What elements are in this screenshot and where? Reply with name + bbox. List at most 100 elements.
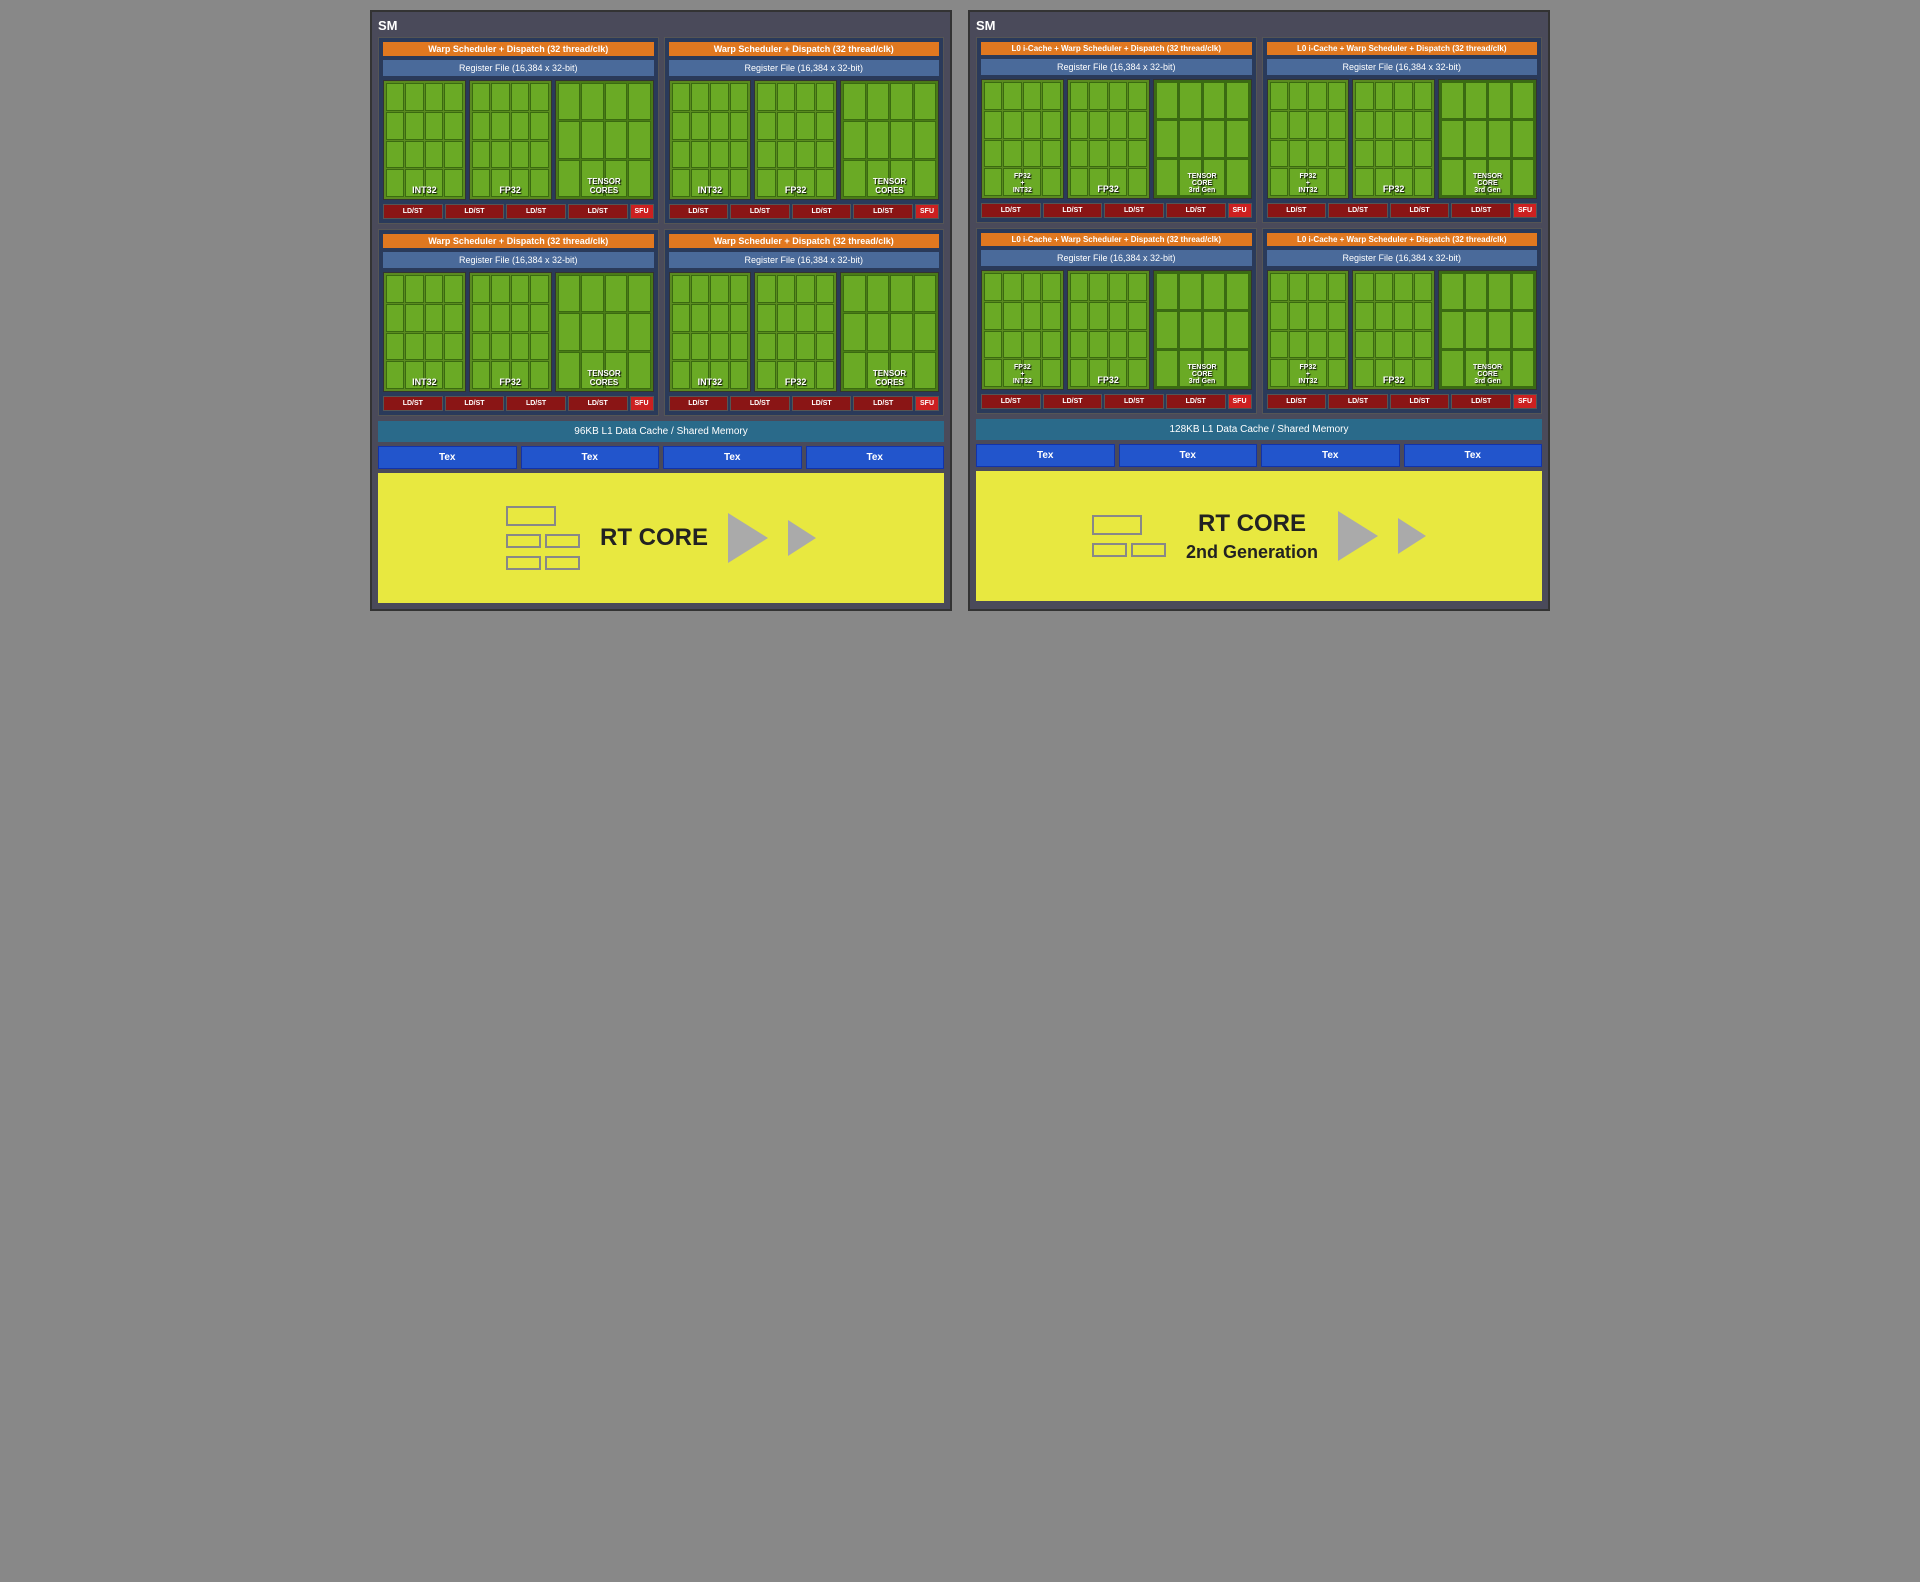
left-fp32-grid-1 (470, 81, 551, 199)
cell (1289, 82, 1307, 110)
left-tensor-2: TENSORCORES (840, 80, 939, 200)
left-bottom-row-1: LD/ST LD/ST LD/ST LD/ST SFU (383, 204, 654, 219)
cell (672, 304, 690, 332)
cell (1128, 273, 1146, 301)
right-core-area-3: FP32+INT32 FP32 (981, 270, 1252, 390)
cell (730, 275, 748, 303)
left-bottom-row-4: LD/ST LD/ST LD/ST LD/ST SFU (669, 396, 940, 411)
cell (1375, 273, 1393, 301)
cell (558, 313, 580, 350)
left-tensor-label-4: TENSORCORES (841, 367, 938, 389)
cell (1414, 273, 1432, 301)
cell (558, 121, 580, 158)
cell (730, 112, 748, 140)
cell (1414, 140, 1432, 168)
ldst-5: LD/ST (669, 204, 729, 219)
cell (511, 83, 529, 111)
left-rt-triangle (728, 513, 768, 563)
cell (1109, 140, 1127, 168)
cell (710, 83, 728, 111)
left-core-area-2: INT32 FP32 (669, 80, 940, 200)
left-int32-4: INT32 (669, 272, 752, 392)
cell (777, 304, 795, 332)
cell (984, 331, 1002, 359)
left-int32-label-4: INT32 (670, 375, 751, 389)
cell (984, 302, 1002, 330)
cell (1203, 82, 1225, 119)
left-bottom-row-2: LD/ST LD/ST LD/ST LD/ST SFU (669, 204, 940, 219)
cell (581, 83, 603, 120)
r-sfu-4: SFU (1513, 394, 1537, 409)
ldst-13: LD/ST (669, 396, 729, 411)
cell (558, 83, 580, 120)
cell (1512, 120, 1534, 157)
cell (1042, 140, 1060, 168)
cell (1394, 273, 1412, 301)
cell (472, 275, 490, 303)
right-core-area-2: FP32+INT32 FP32 (1267, 79, 1538, 199)
cell (1328, 82, 1346, 110)
cell (1226, 82, 1248, 119)
cell (405, 83, 423, 111)
cell (1355, 273, 1373, 301)
cell (1156, 120, 1178, 157)
cell (1156, 311, 1178, 348)
left-int32-3: INT32 (383, 272, 466, 392)
cell (530, 275, 548, 303)
cell (710, 304, 728, 332)
cell (1070, 111, 1088, 139)
cell (843, 83, 865, 120)
left-core-area-4: INT32 FP32 (669, 272, 940, 392)
cell (796, 112, 814, 140)
cell (511, 304, 529, 332)
right-warp-unit-1: L0 i-Cache + Warp Scheduler + Dispatch (… (976, 37, 1257, 223)
right-fp32int32-1: FP32+INT32 (981, 79, 1064, 199)
cell (1270, 273, 1288, 301)
cell (757, 83, 775, 111)
cell (691, 141, 709, 169)
cell (867, 313, 889, 350)
cell (890, 121, 912, 158)
left-sm-block: SM Warp Scheduler + Dispatch (32 thread/… (370, 10, 952, 611)
cell (511, 333, 529, 361)
cell (628, 121, 650, 158)
cell (984, 140, 1002, 168)
right-reg-file-4: Register File (16,384 x 32-bit) (1267, 250, 1538, 266)
cell (816, 112, 834, 140)
r-sfu-1: SFU (1228, 203, 1252, 218)
cell (1042, 82, 1060, 110)
left-tensor-3: TENSORCORES (555, 272, 654, 392)
right-tensor-3: TENSORCORE3rd Gen (1153, 270, 1252, 390)
cell (816, 141, 834, 169)
cell (1375, 302, 1393, 330)
cell (386, 83, 404, 111)
cell (1308, 140, 1326, 168)
left-int32-label-2: INT32 (670, 183, 751, 197)
cell (1003, 331, 1021, 359)
cell (1414, 111, 1432, 139)
cell (605, 275, 627, 312)
left-reg-file-4: Register File (16,384 x 32-bit) (669, 252, 940, 268)
cell (1089, 111, 1107, 139)
cell (1328, 302, 1346, 330)
left-warp-unit-3: Warp Scheduler + Dispatch (32 thread/clk… (378, 229, 659, 416)
left-reg-file-3: Register File (16,384 x 32-bit) (383, 252, 654, 268)
cell (1109, 273, 1127, 301)
right-fp32-label-2: FP32 (1353, 182, 1434, 196)
cell (1179, 273, 1201, 310)
cell (1375, 140, 1393, 168)
cell (730, 333, 748, 361)
left-fp32-label-3: FP32 (470, 375, 551, 389)
cell (1179, 82, 1201, 119)
cell (914, 83, 936, 120)
ldst-9: LD/ST (383, 396, 443, 411)
cell (1070, 331, 1088, 359)
left-tensor-label-3: TENSORCORES (556, 367, 653, 389)
cell (1308, 273, 1326, 301)
cell (444, 333, 462, 361)
right-fp32int32-label-2: FP32+INT32 (1268, 171, 1349, 196)
cell (691, 333, 709, 361)
cell (1488, 273, 1510, 310)
cell (581, 275, 603, 312)
cell (1003, 140, 1021, 168)
